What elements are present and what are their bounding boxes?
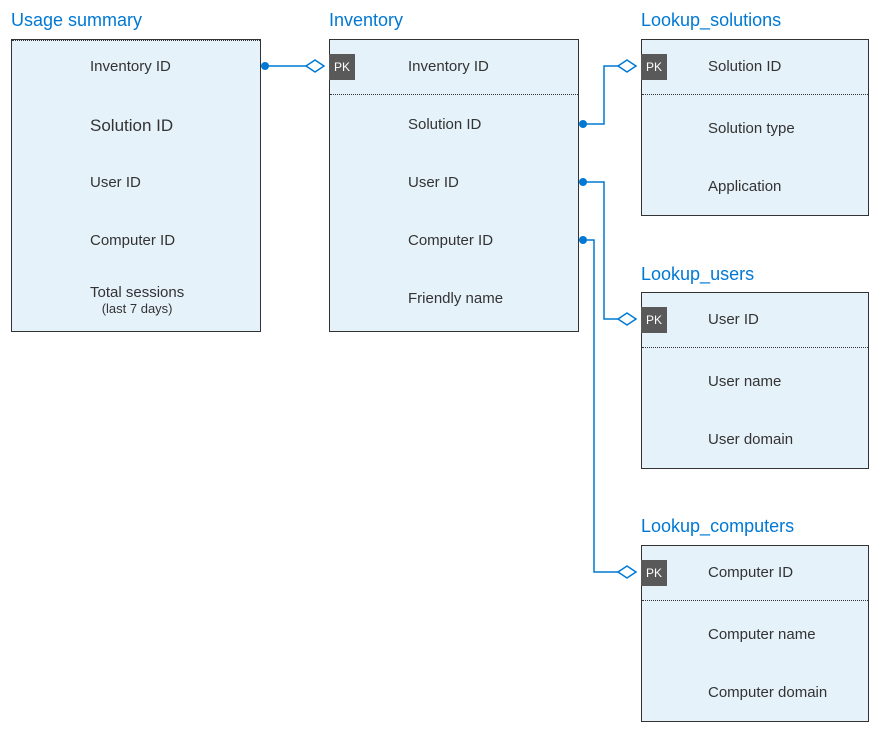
field-computer-name: Computer name bbox=[708, 626, 816, 643]
field-total-sessions-sub: (last 7 days) bbox=[90, 301, 184, 316]
field-computer-id: Computer ID bbox=[708, 564, 793, 581]
field-user-id: User ID bbox=[708, 311, 759, 328]
field-total-sessions-main: Total sessions bbox=[90, 284, 184, 301]
field-application: Application bbox=[708, 178, 781, 195]
field-computer-id: Computer ID bbox=[408, 232, 493, 249]
entity-lookup-computers: PK Computer ID Computer name Computer do… bbox=[641, 545, 869, 722]
field-user-name: User name bbox=[708, 373, 781, 390]
field-friendly-name: Friendly name bbox=[408, 290, 503, 307]
field-solution-id: Solution ID bbox=[90, 116, 173, 136]
pk-badge: PK bbox=[641, 307, 667, 333]
field-user-domain: User domain bbox=[708, 431, 793, 448]
field-user-id: User ID bbox=[90, 174, 141, 191]
pk-badge: PK bbox=[329, 54, 355, 80]
separator bbox=[642, 600, 868, 601]
separator bbox=[642, 94, 868, 95]
pk-badge: PK bbox=[641, 54, 667, 80]
connector-usage-to-inventory bbox=[261, 60, 324, 72]
field-solution-id: Solution ID bbox=[408, 116, 481, 133]
separator bbox=[642, 347, 868, 348]
entity-title-lookup-computers: Lookup_computers bbox=[641, 516, 794, 537]
entity-usage-summary: Inventory ID Solution ID User ID Compute… bbox=[11, 39, 261, 332]
separator bbox=[330, 94, 578, 95]
connector-inventory-to-computers bbox=[579, 236, 636, 578]
pk-badge: PK bbox=[641, 560, 667, 586]
entity-inventory: PK Inventory ID Solution ID User ID Comp… bbox=[329, 39, 579, 332]
connector-inventory-to-users bbox=[579, 178, 636, 325]
entity-lookup-solutions: PK Solution ID Solution type Application bbox=[641, 39, 869, 216]
field-inventory-id: Inventory ID bbox=[408, 58, 489, 75]
entity-title-lookup-solutions: Lookup_solutions bbox=[641, 10, 781, 31]
field-computer-domain: Computer domain bbox=[708, 684, 827, 701]
entity-lookup-users: PK User ID User name User domain bbox=[641, 292, 869, 469]
field-solution-id: Solution ID bbox=[708, 58, 781, 75]
field-user-id: User ID bbox=[408, 174, 459, 191]
entity-title-lookup-users: Lookup_users bbox=[641, 264, 754, 285]
entity-title-inventory: Inventory bbox=[329, 10, 403, 31]
entity-title-usage-summary: Usage summary bbox=[11, 10, 142, 31]
field-solution-type: Solution type bbox=[708, 120, 795, 137]
field-total-sessions: Total sessions (last 7 days) bbox=[90, 284, 184, 316]
field-computer-id: Computer ID bbox=[90, 232, 175, 249]
separator bbox=[12, 40, 260, 41]
connector-inventory-to-solutions bbox=[579, 60, 636, 128]
field-inventory-id: Inventory ID bbox=[90, 58, 171, 75]
